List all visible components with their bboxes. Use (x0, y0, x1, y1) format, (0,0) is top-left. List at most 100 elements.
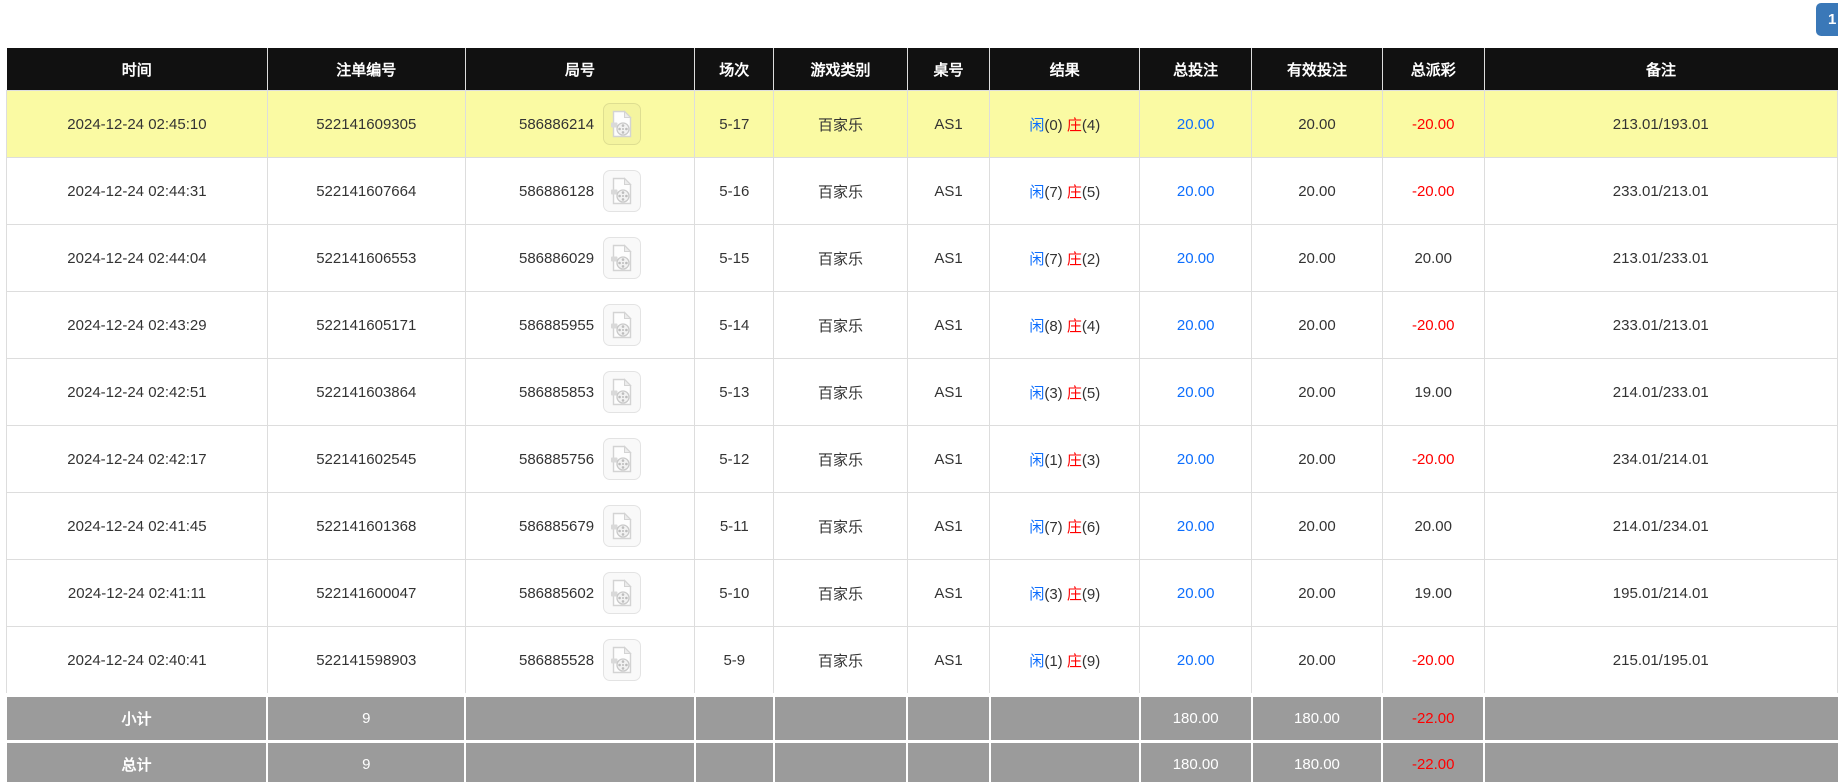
cell-bet-no: 522141606553 (267, 225, 465, 292)
banker-label: 庄 (1067, 117, 1082, 134)
cell-result: 闲(0) 庄(4) (990, 91, 1140, 158)
cell-result: 闲(8) 庄(4) (990, 292, 1140, 359)
col-header-total-bet: 总投注 (1140, 48, 1252, 91)
player-score: (7) (1044, 519, 1062, 536)
cell-table-no: AS1 (907, 627, 989, 696)
player-label: 闲 (1029, 251, 1044, 268)
round-number: 586885528 (519, 652, 594, 669)
subtotal-payout: -22.00 (1382, 695, 1484, 742)
top-bar: 1 (0, 0, 1838, 48)
cell-time: 2024-12-24 02:40:41 (7, 627, 268, 696)
table-row: 2024-12-24 02:42:51 522141603864 5868858… (7, 359, 1838, 426)
cell-remark: 213.01/193.01 (1484, 91, 1837, 158)
player-score: (7) (1044, 184, 1062, 201)
cell-table-no: AS1 (907, 91, 989, 158)
banker-label: 庄 (1067, 653, 1082, 670)
cell-bet-no: 522141598903 (267, 627, 465, 696)
cell-remark: 214.01/234.01 (1484, 493, 1837, 560)
video-replay-button[interactable] (603, 505, 641, 547)
cell-remark: 233.01/213.01 (1484, 292, 1837, 359)
cell-time: 2024-12-24 02:43:29 (7, 292, 268, 359)
cell-round-no: 586885602 (465, 560, 695, 627)
cell-payout: -20.00 (1382, 158, 1484, 225)
cell-game-type: 百家乐 (774, 158, 908, 225)
cell-table-no: AS1 (907, 426, 989, 493)
cell-session: 5-9 (695, 627, 774, 696)
banker-label: 庄 (1067, 385, 1082, 402)
video-file-icon (610, 311, 634, 339)
cell-valid-bet: 20.00 (1252, 225, 1383, 292)
player-score: (3) (1044, 385, 1062, 402)
player-score: (1) (1044, 452, 1062, 469)
video-replay-button[interactable] (603, 639, 641, 681)
cell-valid-bet: 20.00 (1252, 627, 1383, 696)
banker-label: 庄 (1067, 586, 1082, 603)
cell-payout: -20.00 (1382, 627, 1484, 696)
cell-time: 2024-12-24 02:42:51 (7, 359, 268, 426)
video-file-icon (610, 378, 634, 406)
video-file-icon (610, 110, 634, 138)
grand-total-valid-bet: 180.00 (1252, 742, 1383, 782)
table-row: 2024-12-24 02:42:17 522141602545 5868857… (7, 426, 1838, 493)
grand-total-total-bet: 180.00 (1140, 742, 1252, 782)
player-label: 闲 (1029, 184, 1044, 201)
cell-result: 闲(7) 庄(6) (990, 493, 1140, 560)
table-header: 时间 注单编号 局号 场次 游戏类别 桌号 结果 总投注 有效投注 总派彩 备注 (7, 48, 1838, 91)
video-replay-button[interactable] (603, 438, 641, 480)
player-label: 闲 (1029, 452, 1044, 469)
table-row: 2024-12-24 02:40:41 522141598903 5868855… (7, 627, 1838, 696)
video-replay-button[interactable] (603, 572, 641, 614)
video-replay-button[interactable] (603, 103, 641, 145)
pagination-button[interactable]: 1 (1816, 3, 1838, 36)
table-row: 2024-12-24 02:45:10 522141609305 5868862… (7, 91, 1838, 158)
betting-records-screen: 1 时间 注单编号 局号 场次 游戏类别 桌号 结果 总投注 有效投注 总派彩 … (0, 0, 1838, 782)
video-replay-button[interactable] (603, 170, 641, 212)
cell-result: 闲(3) 庄(5) (990, 359, 1140, 426)
cell-result: 闲(7) 庄(5) (990, 158, 1140, 225)
cell-round-no: 586886029 (465, 225, 695, 292)
video-replay-button[interactable] (603, 237, 641, 279)
cell-session: 5-13 (695, 359, 774, 426)
cell-game-type: 百家乐 (774, 627, 908, 696)
video-replay-button[interactable] (603, 304, 641, 346)
cell-payout: -20.00 (1382, 91, 1484, 158)
banker-label: 庄 (1067, 452, 1082, 469)
cell-round-no: 586885756 (465, 426, 695, 493)
cell-game-type: 百家乐 (774, 560, 908, 627)
cell-valid-bet: 20.00 (1252, 91, 1383, 158)
cell-bet-no: 522141603864 (267, 359, 465, 426)
player-score: (8) (1044, 318, 1062, 335)
player-label: 闲 (1029, 117, 1044, 134)
player-score: (0) (1044, 117, 1062, 134)
table-row: 2024-12-24 02:44:04 522141606553 5868860… (7, 225, 1838, 292)
grand-total-count: 9 (267, 742, 465, 782)
cell-remark: 213.01/233.01 (1484, 225, 1837, 292)
cell-total-bet: 20.00 (1140, 560, 1252, 627)
video-file-icon (610, 579, 634, 607)
round-number: 586886029 (519, 250, 594, 267)
table-row: 2024-12-24 02:41:45 522141601368 5868856… (7, 493, 1838, 560)
cell-table-no: AS1 (907, 359, 989, 426)
video-file-icon (610, 445, 634, 473)
video-replay-button[interactable] (603, 371, 641, 413)
cell-game-type: 百家乐 (774, 359, 908, 426)
cell-bet-no: 522141605171 (267, 292, 465, 359)
cell-total-bet: 20.00 (1140, 426, 1252, 493)
video-file-icon (610, 244, 634, 272)
player-score: (3) (1044, 586, 1062, 603)
cell-total-bet: 20.00 (1140, 627, 1252, 696)
round-number: 586885853 (519, 384, 594, 401)
table-summary: 小计 9 180.00 180.00 -22.00 总计 9 (7, 695, 1838, 782)
cell-total-bet: 20.00 (1140, 493, 1252, 560)
cell-valid-bet: 20.00 (1252, 560, 1383, 627)
cell-table-no: AS1 (907, 560, 989, 627)
subtotal-valid-bet: 180.00 (1252, 695, 1383, 742)
cell-remark: 215.01/195.01 (1484, 627, 1837, 696)
cell-valid-bet: 20.00 (1252, 359, 1383, 426)
cell-time: 2024-12-24 02:41:45 (7, 493, 268, 560)
cell-session: 5-11 (695, 493, 774, 560)
col-header-payout: 总派彩 (1382, 48, 1484, 91)
cell-round-no: 586885853 (465, 359, 695, 426)
grand-total-payout: -22.00 (1382, 742, 1484, 782)
round-number: 586885955 (519, 317, 594, 334)
